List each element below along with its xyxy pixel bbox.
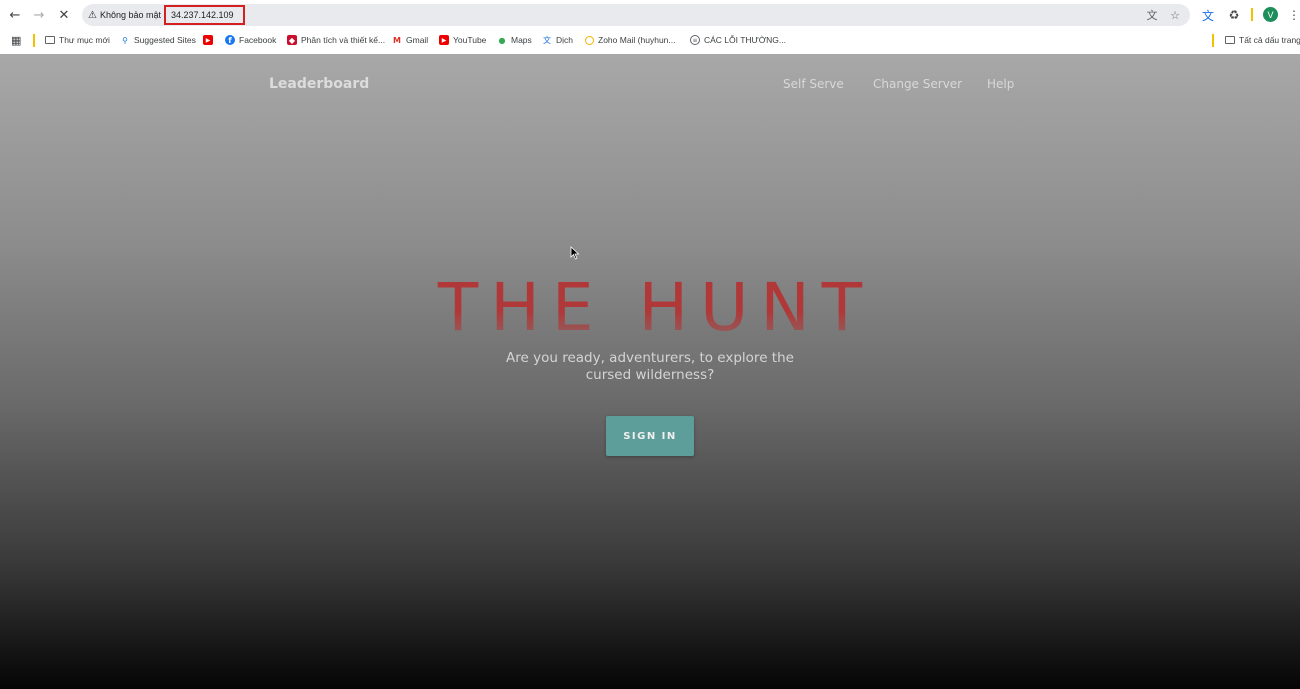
- all-bookmarks[interactable]: Tất cả dấu trang: [1225, 33, 1300, 47]
- profile-avatar[interactable]: V: [1263, 7, 1278, 22]
- bookmark-item[interactable]: ▶: [203, 33, 217, 47]
- bookmark-item[interactable]: Zoho Mail (huyhun...: [585, 33, 675, 47]
- nav-change-server[interactable]: Change Server: [873, 77, 962, 91]
- brand-leaderboard-link[interactable]: Leaderboard: [269, 76, 369, 92]
- page-content: Leaderboard Self Serve Change Server Hel…: [0, 54, 1300, 689]
- nav-help[interactable]: Help: [987, 77, 1014, 91]
- translate-page-icon[interactable]: 文: [1144, 7, 1160, 23]
- bookmarks-divider: [1212, 34, 1214, 47]
- shield-icon: ◆: [287, 35, 297, 45]
- bookmark-star-icon[interactable]: ☆: [1167, 7, 1183, 23]
- nav-self-serve[interactable]: Self Serve: [783, 77, 844, 91]
- security-label: Không bảo mật: [99, 10, 162, 20]
- forward-icon[interactable]: →: [30, 6, 48, 24]
- mouse-cursor-icon: [570, 246, 580, 260]
- hero-subtitle: Are you ready, adventurers, to explore t…: [506, 350, 794, 383]
- translate-extension-icon[interactable]: 文: [1199, 6, 1217, 24]
- bookmark-item[interactable]: Thư mục mới: [45, 33, 110, 47]
- bookmark-item[interactable]: ◆ Phân tích và thiết kế...: [287, 33, 385, 47]
- url-text[interactable]: 34.237.142.109: [164, 5, 245, 25]
- document-icon: ≡: [690, 35, 700, 45]
- folder-icon: [45, 36, 55, 44]
- browser-chrome: ← → ✕ ⚠ Không bảo mật 34.237.142.109 文 ☆…: [0, 0, 1300, 54]
- stop-loading-icon[interactable]: ✕: [55, 6, 73, 24]
- folder-icon: [1225, 36, 1235, 44]
- browser-toolbar: ← → ✕ ⚠ Không bảo mật 34.237.142.109 文 ☆…: [0, 0, 1300, 29]
- search-icon: ⚲: [122, 35, 128, 45]
- maps-icon: ●: [498, 35, 506, 45]
- bookmark-item[interactable]: ● Maps: [497, 33, 532, 47]
- hero-title: THE HUNT: [437, 269, 875, 346]
- facebook-icon: f: [225, 35, 235, 45]
- back-icon[interactable]: ←: [6, 6, 24, 24]
- extensions-icon[interactable]: ♻: [1225, 6, 1243, 24]
- apps-grid-icon[interactable]: ▦: [11, 33, 21, 47]
- bookmark-item[interactable]: 文 Dịch: [542, 33, 573, 47]
- zoho-icon: [585, 35, 594, 45]
- bookmark-item[interactable]: ≡ CÁC LỖI THƯỜNG...: [690, 33, 786, 47]
- site-navbar: Leaderboard Self Serve Change Server Hel…: [0, 54, 1300, 114]
- bookmark-item[interactable]: f Facebook: [225, 33, 276, 47]
- bookmark-item[interactable]: M Gmail: [392, 33, 428, 47]
- youtube-icon: ▶: [203, 35, 213, 45]
- translate-icon: 文: [543, 35, 551, 45]
- gmail-icon: M: [393, 35, 401, 45]
- menu-kebab-icon[interactable]: ⋮: [1285, 6, 1300, 24]
- bookmarks-bar: ▦ Thư mục mới ⚲ Suggested Sites ▶ f Face…: [0, 30, 1300, 50]
- bookmark-item[interactable]: ⚲ Suggested Sites: [120, 33, 196, 47]
- bookmarks-divider: [33, 34, 35, 47]
- sign-in-button[interactable]: SIGN IN: [606, 416, 694, 456]
- youtube-icon: ▶: [439, 35, 449, 45]
- security-chip[interactable]: ⚠ Không bảo mật: [88, 7, 161, 23]
- bookmark-item[interactable]: ▶ YouTube: [439, 33, 486, 47]
- address-bar[interactable]: ⚠ Không bảo mật 34.237.142.109 文 ☆: [82, 4, 1190, 26]
- warning-icon: ⚠: [88, 9, 97, 21]
- toolbar-divider: [1251, 8, 1253, 21]
